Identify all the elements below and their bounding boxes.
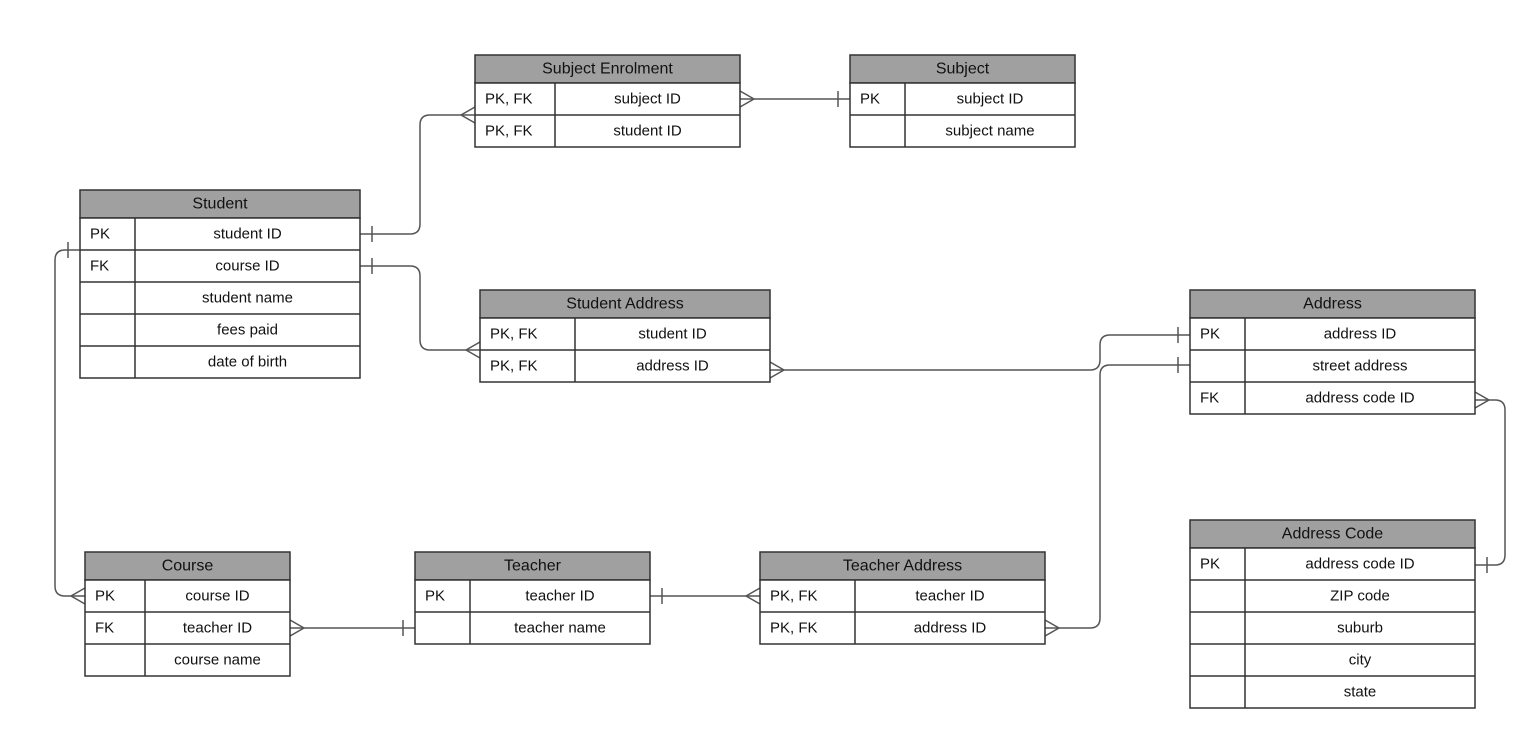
entity-attr-cell: course ID: [185, 588, 249, 605]
entity-attr-cell: subject name: [945, 123, 1034, 140]
er-diagram-canvas: Student PK student ID FK course ID student na…: [0, 0, 1540, 744]
entity-attr-cell: suburb: [1337, 620, 1383, 637]
entity-key-cell: PK: [90, 226, 110, 243]
entity-attr-cell: student ID: [213, 226, 282, 243]
entity-key-cell: FK: [90, 258, 109, 275]
connector-address-to-address-code: [1475, 392, 1505, 573]
entity-attr-cell: course name: [174, 652, 261, 669]
entity-attr-cell: subject ID: [957, 91, 1024, 108]
entity-key-cell: PK: [425, 588, 445, 605]
entity-title: Student: [192, 196, 248, 213]
entity-attr-cell: address ID: [1324, 326, 1397, 343]
entity-attr-cell: student ID: [638, 326, 707, 343]
entity-attr-cell: fees paid: [217, 322, 278, 339]
entity-attr-cell: student name: [202, 290, 293, 307]
entity-attr-cell: ZIP code: [1330, 588, 1390, 605]
connector-subject-enrolment-to-subject: [740, 91, 850, 107]
entity-key-cell: PK, FK: [490, 358, 538, 375]
entity-key-cell: PK, FK: [490, 326, 538, 343]
connector-teacher-address-to-address: [1045, 357, 1190, 636]
entity-title: Address Code: [1282, 526, 1383, 543]
entity-attr-cell: teacher ID: [915, 588, 984, 605]
entity-attr-cell: address code ID: [1305, 556, 1414, 573]
entity-title: Course: [162, 558, 214, 575]
entity-attr-cell: teacher name: [514, 620, 606, 637]
entity-attr-cell: street address: [1312, 358, 1407, 375]
entity-subject: Subject PK subject ID subject name: [850, 55, 1075, 147]
entity-student-address: Student Address PK, FK student ID PK, FK add…: [480, 290, 770, 382]
connector-teacher-to-teacher-address: [650, 588, 760, 604]
entity-title: Address: [1303, 296, 1362, 313]
entity-key-cell: PK, FK: [770, 588, 818, 605]
entity-key-cell: PK: [95, 588, 115, 605]
entity-title: Student Address: [566, 296, 683, 313]
entity-attr-cell: city: [1349, 652, 1372, 669]
entity-attr-cell: address ID: [914, 620, 987, 637]
entity-attr-cell: teacher ID: [525, 588, 594, 605]
entity-key-cell: PK: [860, 91, 880, 108]
entity-layer: Student PK student ID FK course ID student na…: [80, 55, 1475, 708]
connector-course-to-teacher: [290, 620, 415, 636]
entity-attr-cell: student ID: [613, 123, 682, 140]
entity-title: Subject: [936, 61, 990, 78]
connector-student-to-student-address: [360, 258, 480, 358]
entity-key-cell: PK: [1200, 326, 1220, 343]
entity-course: Course PK course ID FK teacher ID course name: [85, 552, 290, 676]
entity-key-cell: PK, FK: [770, 620, 818, 637]
entity-title: Teacher: [504, 558, 562, 575]
entity-attr-cell: subject ID: [614, 91, 681, 108]
entity-key-cell: FK: [1200, 390, 1219, 407]
entity-attr-cell: address ID: [636, 358, 709, 375]
entity-key-cell: PK, FK: [485, 123, 533, 140]
entity-subject-enrolment: Subject Enrolment PK, FK subject ID PK, FK s…: [475, 55, 740, 147]
entity-teacher: Teacher PK teacher ID teacher name: [415, 552, 650, 644]
entity-key-cell: PK, FK: [485, 91, 533, 108]
entity-attr-cell: state: [1344, 684, 1377, 701]
entity-attr-cell: course ID: [215, 258, 279, 275]
entity-address-code: Address Code PK address code ID ZIP code sub…: [1190, 520, 1475, 708]
entity-key-cell: FK: [95, 620, 114, 637]
connector-student-address-to-address: [770, 327, 1190, 378]
entity-key-cell: PK: [1200, 556, 1220, 573]
entity-attr-cell: teacher ID: [183, 620, 252, 637]
entity-attr-cell: date of birth: [208, 354, 287, 371]
entity-title: Subject Enrolment: [542, 61, 673, 78]
entity-address: Address PK address ID street address FK addre…: [1190, 290, 1475, 414]
entity-student: Student PK student ID FK course ID student na…: [80, 190, 360, 378]
entity-title: Teacher Address: [843, 558, 962, 575]
entity-teacher-address: Teacher Address PK, FK teacher ID PK, FK add…: [760, 552, 1045, 644]
entity-attr-cell: address code ID: [1305, 390, 1414, 407]
connector-student-to-subject-enrolment: [360, 107, 475, 242]
